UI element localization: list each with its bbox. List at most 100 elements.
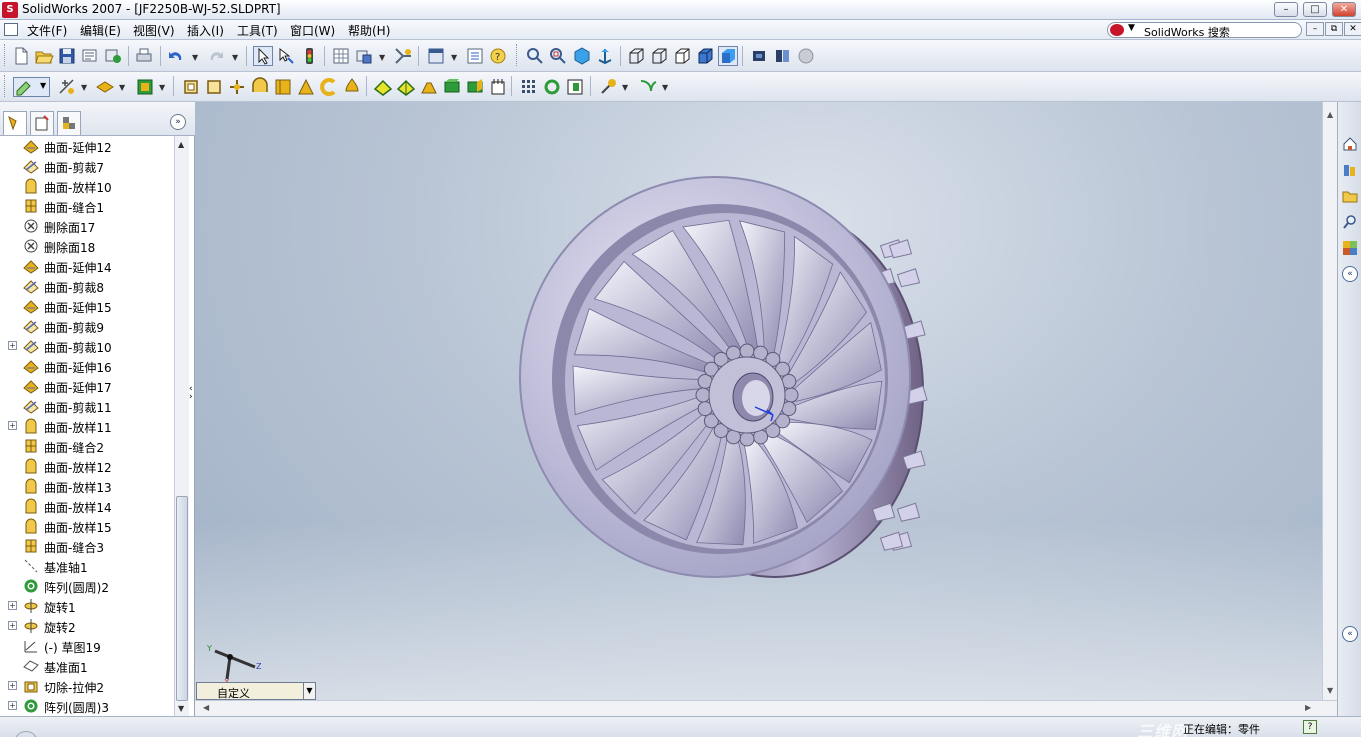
scroll-up-icon[interactable]: ▲	[178, 140, 184, 149]
feature-tree-item[interactable]: 删除面18	[0, 236, 174, 256]
curves-dropdown-icon[interactable]: ▼	[662, 83, 668, 92]
feature-tree-item[interactable]: 曲面-剪裁11	[0, 396, 174, 416]
save-icon[interactable]	[57, 46, 77, 66]
shaded-edges-icon[interactable]	[695, 46, 715, 66]
surfaces-dropdown-icon[interactable]: ▼	[159, 83, 165, 92]
surface-extrude-icon[interactable]	[181, 77, 201, 97]
feature-tree-item[interactable]: + 切除-拉伸2	[0, 676, 174, 696]
feature-tree-item[interactable]: 曲面-延伸16	[0, 356, 174, 376]
replace-face-icon[interactable]	[488, 77, 508, 97]
view-orient-icon[interactable]	[572, 46, 592, 66]
feature-tree-item[interactable]: 基准轴1	[0, 556, 174, 576]
shaded-icon[interactable]	[718, 46, 738, 66]
feature-tree-item[interactable]: 曲面-放样13	[0, 476, 174, 496]
doc-minimize-button[interactable]: –	[1306, 22, 1324, 36]
feature-tree-scrollbar[interactable]: ▲ ▼	[174, 136, 189, 718]
menu-edit[interactable]: 编辑(E)	[78, 22, 123, 39]
feature-tree-item[interactable]: 曲面-延伸15	[0, 296, 174, 316]
boundary-surface-icon[interactable]	[273, 77, 293, 97]
menu-tools[interactable]: 工具(T)	[235, 22, 280, 39]
sketch-icon[interactable]: ▼	[13, 77, 50, 97]
reference-geometry-dropdown-icon[interactable]: ▼	[119, 83, 125, 92]
expand-toggle-icon[interactable]: +	[8, 341, 17, 350]
surfaces-icon[interactable]	[135, 77, 155, 97]
feature-tree-item[interactable]: + 旋转1	[0, 596, 174, 616]
graphics-area[interactable]: Y Z X 自定义 ▼	[195, 102, 1322, 700]
radiate-surface-icon[interactable]	[342, 77, 362, 97]
scroll-up-icon[interactable]: ▲	[1327, 110, 1333, 119]
zoom-area-icon[interactable]	[548, 46, 568, 66]
expand-toggle-icon[interactable]: +	[8, 421, 17, 430]
feature-tree-item[interactable]: 曲面-放样15	[0, 516, 174, 536]
perspective-icon[interactable]	[749, 46, 769, 66]
search-icon[interactable]	[1342, 214, 1358, 230]
menu-window[interactable]: 窗口(W)	[288, 22, 337, 39]
print-icon[interactable]	[134, 46, 154, 66]
surface-trim-icon[interactable]	[396, 77, 416, 97]
viewport-horizontal-scrollbar[interactable]: ◀ ▶	[195, 700, 1337, 716]
snap-icon[interactable]	[393, 46, 413, 66]
tab-configuration-manager[interactable]	[57, 111, 81, 135]
circular-pattern-icon[interactable]	[598, 77, 618, 97]
minimize-button[interactable]: –	[1274, 2, 1298, 17]
rebuild-icon[interactable]	[103, 46, 123, 66]
solidworks-search-box[interactable]: ▼ SolidWorks 搜索	[1107, 22, 1302, 39]
untrim-surface-icon[interactable]	[419, 77, 439, 97]
hidden-lines-removed-icon[interactable]	[672, 46, 692, 66]
menu-file[interactable]: 文件(F)	[25, 22, 69, 39]
grid-icon[interactable]	[331, 46, 351, 66]
appearances-icon[interactable]	[1342, 240, 1358, 256]
expand-panel-icon[interactable]: »	[170, 114, 186, 130]
options-icon[interactable]	[354, 46, 374, 66]
close-button[interactable]: ✕	[1332, 2, 1356, 17]
feature-tree-item[interactable]: 曲面-剪裁9	[0, 316, 174, 336]
thicken-icon[interactable]	[519, 77, 539, 97]
new-icon[interactable]	[11, 46, 31, 66]
expand-task-pane-icon[interactable]: «	[1342, 626, 1358, 642]
view-layout-icon[interactable]	[426, 46, 446, 66]
menu-help[interactable]: 帮助(H)	[346, 22, 392, 39]
select-other-icon[interactable]	[276, 46, 296, 66]
viewport-vertical-scrollbar[interactable]: ▲ ▼	[1322, 102, 1337, 700]
feature-tree-item[interactable]: 曲面-放样10	[0, 176, 174, 196]
feature-tree-item[interactable]: 曲面-延伸12	[0, 136, 174, 156]
shadow-icon[interactable]	[772, 46, 792, 66]
feature-tree-item[interactable]: + 曲面-剪裁10	[0, 336, 174, 356]
design-library-icon[interactable]	[1342, 162, 1358, 178]
feature-tree-item[interactable]: 曲面-剪裁8	[0, 276, 174, 296]
feature-tree-item[interactable]: 曲面-延伸14	[0, 256, 174, 276]
feature-tree-item[interactable]: 删除面17	[0, 216, 174, 236]
toolbar-grip[interactable]	[4, 44, 7, 66]
list-icon[interactable]	[465, 46, 485, 66]
feature-tree-item[interactable]: + 旋转2	[0, 616, 174, 636]
doc-restore-button[interactable]: ⧉	[1325, 22, 1343, 36]
wireframe-icon[interactable]	[626, 46, 646, 66]
maximize-button[interactable]: □	[1303, 2, 1327, 17]
document-icon[interactable]	[4, 23, 18, 36]
tab-feature-manager[interactable]	[3, 111, 27, 135]
menu-insert[interactable]: 插入(I)	[185, 22, 226, 39]
offset-surface-icon[interactable]	[319, 77, 339, 97]
feature-tree-item[interactable]: 阵列(圆周)2	[0, 576, 174, 596]
chevron-down-icon[interactable]: ▼	[1128, 23, 1135, 33]
help-icon[interactable]: ?	[488, 46, 508, 66]
smart-dimension-icon[interactable]	[57, 77, 77, 97]
undo-icon[interactable]	[166, 46, 186, 66]
tab-property-manager[interactable]	[30, 111, 54, 135]
scrollbar-thumb[interactable]	[176, 496, 188, 701]
file-explorer-icon[interactable]	[1342, 188, 1358, 204]
view-triad[interactable]: Y Z X	[200, 627, 270, 687]
help-icon[interactable]: ?	[1303, 720, 1317, 734]
scroll-right-icon[interactable]: ▶	[1305, 703, 1311, 712]
feature-tree-item[interactable]: 基准面1	[0, 656, 174, 676]
feature-tree-item[interactable]: (-) 草图19	[0, 636, 174, 656]
chevron-down-icon[interactable]: ▼	[303, 683, 315, 699]
delete-face-icon[interactable]	[465, 77, 485, 97]
view-layout-dropdown-icon[interactable]: ▼	[451, 53, 457, 62]
reference-geometry-icon[interactable]	[95, 77, 115, 97]
realview-icon[interactable]	[796, 46, 816, 66]
open-icon[interactable]	[34, 46, 54, 66]
feature-tree-item[interactable]: + 阵列(圆周)3	[0, 696, 174, 716]
scroll-down-icon[interactable]: ▼	[178, 704, 184, 713]
smart-dimension-dropdown-icon[interactable]: ▼	[81, 83, 87, 92]
